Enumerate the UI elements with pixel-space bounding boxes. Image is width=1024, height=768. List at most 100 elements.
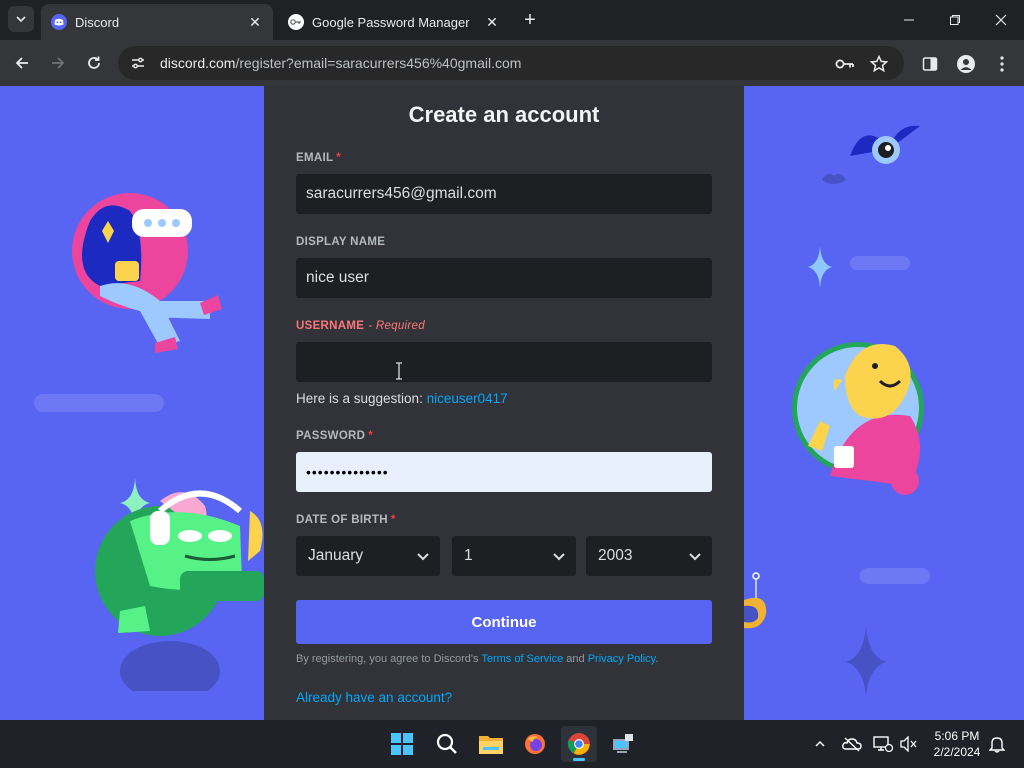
login-link[interactable]: Already have an account?: [296, 690, 452, 705]
clock[interactable]: 5:06 PM 2/2/2024: [922, 728, 992, 760]
close-tab-icon[interactable]: ✕: [484, 14, 500, 30]
password-field[interactable]: ••••••••••••••: [296, 452, 712, 492]
chevron-down-icon: [689, 553, 701, 561]
bell-icon: [989, 737, 1005, 753]
close-window-button[interactable]: [987, 6, 1015, 34]
email-label: EMAIL *: [296, 152, 341, 164]
small-bat-illustration: [822, 173, 846, 184]
reload-icon: [88, 56, 100, 69]
dob-year-select[interactable]: 2003: [586, 536, 712, 576]
windows-logo-icon: [391, 733, 413, 755]
chevron-down-icon: [417, 553, 429, 561]
reload-button[interactable]: [81, 50, 107, 76]
cloud-decoration: [860, 568, 930, 584]
required-marker: *: [390, 514, 396, 526]
computer-network-icon: [613, 734, 633, 753]
username-field[interactable]: [296, 342, 712, 382]
continue-button[interactable]: Continue: [296, 600, 712, 644]
email-value: saracurrers456@gmail.com: [306, 185, 497, 202]
username-suggestion: Here is a suggestion: niceuser0417: [296, 391, 508, 406]
address-bar[interactable]: discord.com/register?email=saracurrers45…: [118, 46, 904, 80]
bookmark-star-icon[interactable]: [868, 53, 890, 75]
chrome-icon: [567, 733, 590, 755]
email-field[interactable]: saracurrers456@gmail.com: [296, 174, 712, 214]
restore-icon: [950, 15, 960, 25]
profile-button[interactable]: [954, 52, 978, 76]
dob-year-value: 2003: [598, 547, 633, 564]
notifications-button[interactable]: [985, 732, 1009, 756]
required-marker: *: [336, 152, 342, 164]
clock-date: 2/2/2024: [933, 745, 981, 759]
key-icon[interactable]: [834, 53, 856, 75]
tab-search-button[interactable]: [8, 6, 34, 32]
close-icon: [995, 14, 1007, 26]
tab-title: Google Password Manager: [312, 14, 470, 30]
taskbar: 5:06 PM 2/2/2024: [0, 720, 1024, 768]
display-name-label-text: DISPLAY NAME: [296, 236, 386, 248]
register-card: Create an account EMAIL * saracurrers456@…: [264, 86, 744, 720]
dob-day-value: 1: [464, 547, 473, 564]
file-explorer-button[interactable]: [473, 726, 509, 762]
restore-button[interactable]: [941, 6, 969, 34]
volume-muted-icon: [900, 736, 917, 752]
arrow-left-icon: [15, 57, 28, 69]
site-settings-icon[interactable]: [130, 55, 146, 71]
dob-day-select[interactable]: 1: [452, 536, 576, 576]
side-panel-button[interactable]: [918, 52, 942, 76]
onedrive-button[interactable]: [840, 732, 864, 756]
yellow-character-illustration: [792, 342, 924, 495]
tab-title: Discord: [75, 14, 120, 30]
new-tab-button[interactable]: +: [518, 8, 542, 32]
menu-button[interactable]: [990, 52, 1014, 76]
privacy-policy-link[interactable]: Privacy Policy: [588, 653, 656, 665]
kebab-menu-icon: [1000, 56, 1004, 72]
horn-illustration: [744, 572, 767, 629]
tab-discord[interactable]: Discord ✕: [41, 4, 273, 40]
back-button[interactable]: [9, 50, 35, 76]
chevron-up-icon: [815, 740, 825, 747]
discord-favicon-icon: [51, 14, 67, 30]
network-app-button[interactable]: [605, 726, 641, 762]
folder-icon: [479, 736, 503, 754]
url-host: discord.com: [160, 55, 236, 71]
url-path: /register?email=saracurrers456%40gmail.c…: [235, 55, 522, 71]
sparkle-icon: [808, 246, 832, 288]
tab-password-manager[interactable]: Google Password Manager ✕: [278, 4, 510, 40]
dob-month-select[interactable]: January: [296, 536, 440, 576]
firefox-button[interactable]: [517, 726, 553, 762]
display-name-field[interactable]: nice user: [296, 258, 712, 298]
chrome-button[interactable]: [561, 726, 597, 762]
network-status-button[interactable]: [871, 732, 895, 756]
search-button[interactable]: [429, 726, 465, 762]
terms-prefix: By registering, you agree to Discord's: [296, 653, 482, 665]
username-label: USERNAME - Required: [296, 320, 425, 332]
terms-of-service-link[interactable]: Terms of Service: [481, 653, 563, 665]
side-panel-icon: [922, 57, 938, 71]
minimize-button[interactable]: [895, 6, 923, 34]
username-label-text: USERNAME: [296, 320, 365, 332]
terms-text: By registering, you agree to Discord's T…: [296, 653, 658, 665]
terms-suffix: .: [655, 653, 659, 665]
cloud-decoration: [34, 394, 164, 412]
chevron-down-icon: [553, 553, 565, 561]
key-favicon-icon: [288, 14, 304, 30]
search-icon: [436, 733, 457, 754]
page-title: Create an account: [408, 102, 600, 127]
password-value: ••••••••••••••: [306, 464, 389, 480]
cloud-decoration: [850, 256, 910, 270]
password-label: PASSWORD *: [296, 430, 373, 442]
arrow-right-icon: [52, 57, 65, 69]
forward-button[interactable]: [45, 50, 71, 76]
show-hidden-icons-button[interactable]: [808, 732, 832, 756]
firefox-icon: [525, 734, 545, 754]
suggestion-prefix: Here is a suggestion:: [296, 391, 427, 406]
password-label-text: PASSWORD: [296, 430, 366, 442]
close-tab-icon[interactable]: ✕: [247, 14, 263, 30]
suggested-username-link[interactable]: niceuser0417: [427, 391, 508, 406]
volume-button[interactable]: [897, 732, 921, 756]
display-name-value: nice user: [306, 269, 369, 286]
display-name-label: DISPLAY NAME: [296, 236, 385, 248]
text-cursor-icon: [396, 362, 402, 380]
start-button[interactable]: [384, 726, 420, 762]
hooded-character-illustration: [72, 193, 222, 353]
